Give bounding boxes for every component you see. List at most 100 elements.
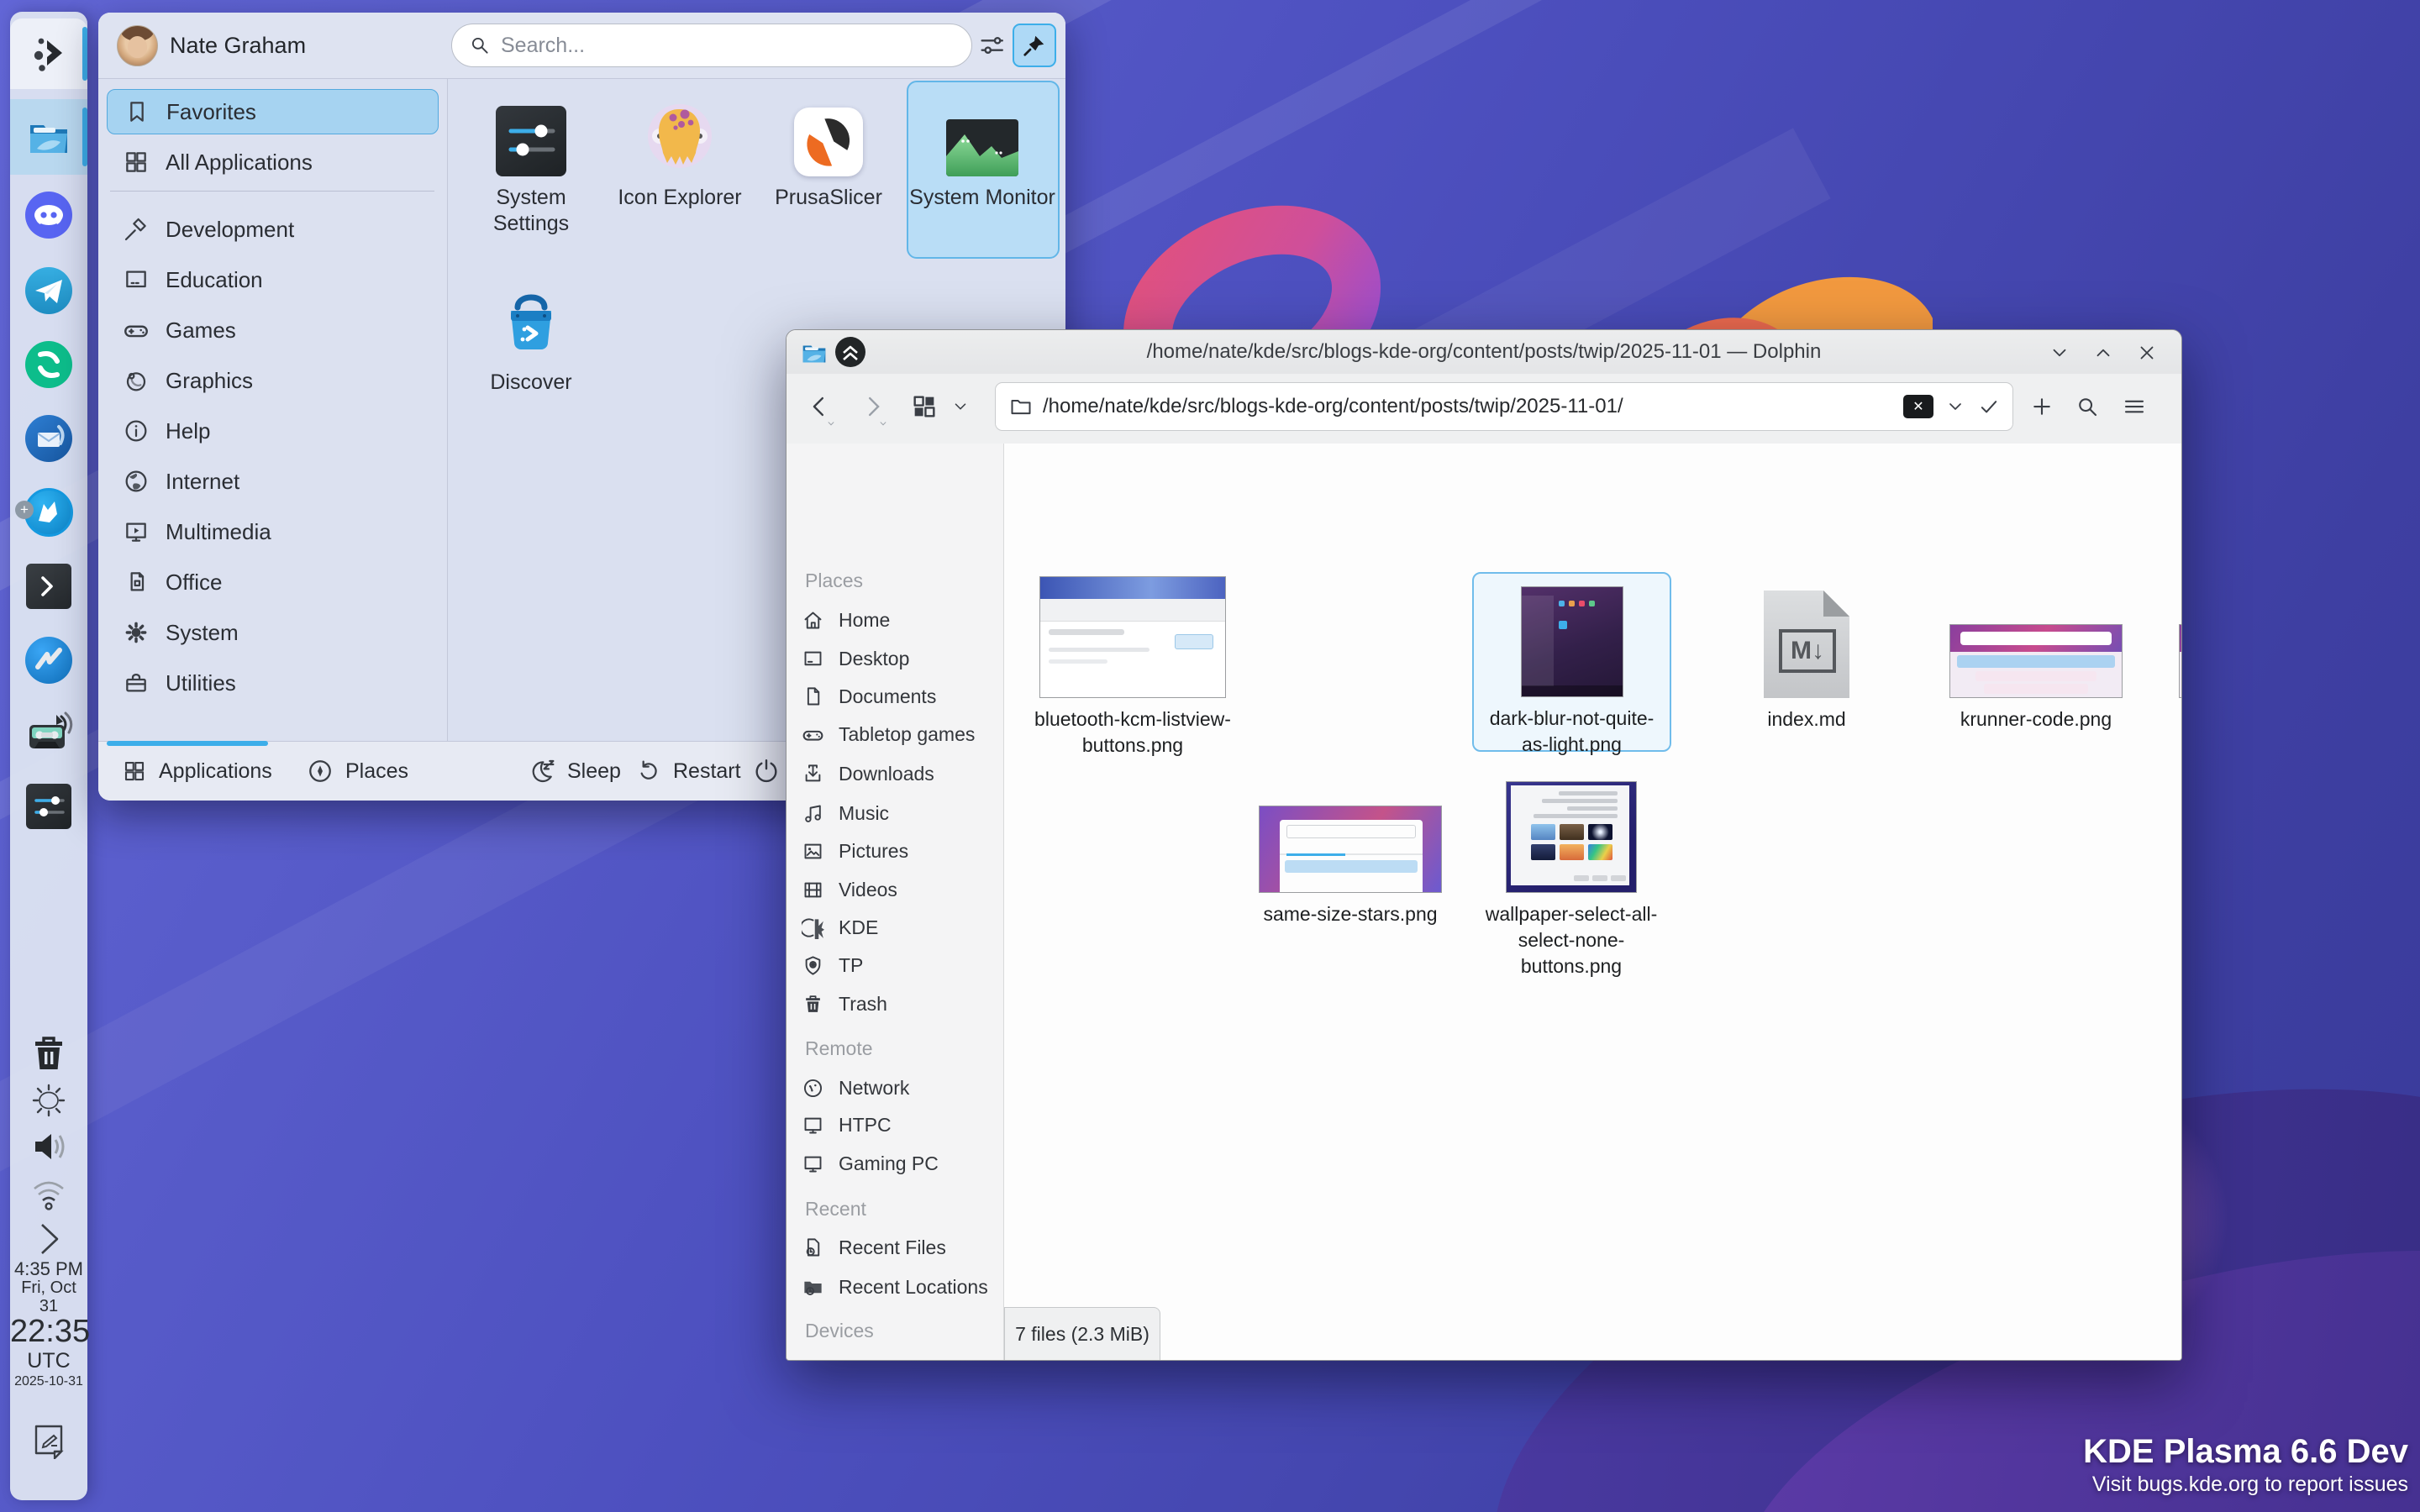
menu-button[interactable]	[2116, 374, 2153, 439]
markdown-file-icon: M↓	[1764, 591, 1849, 698]
restart-button[interactable]: Restart	[634, 742, 741, 801]
favorite-system-monitor[interactable]: System Monitor	[908, 89, 1056, 211]
kasts-task-button[interactable]	[10, 697, 87, 768]
configure-button[interactable]	[972, 26, 1011, 65]
trash-applet[interactable]	[10, 1028, 87, 1077]
tab-applications[interactable]: Applications	[122, 742, 272, 801]
place-network[interactable]: Network	[786, 1068, 1004, 1107]
file-thumbnail	[1520, 586, 1623, 697]
tab-places[interactable]: Places	[307, 742, 408, 801]
file-view[interactable]: bluetooth-kcm-listview-buttons.png dark-…	[1004, 444, 2181, 1360]
search-input[interactable]: Search...	[451, 24, 972, 67]
file-dark-blur[interactable]: dark-blur-not-quite-as-light.png	[1472, 572, 1671, 755]
view-mode-button[interactable]	[904, 374, 944, 439]
forward-icon	[868, 396, 880, 417]
chevron-down-icon[interactable]	[1945, 396, 1965, 417]
split-view-button[interactable]	[2023, 374, 2060, 439]
brightness-applet[interactable]	[10, 1075, 87, 1124]
falkon-icon	[25, 637, 72, 684]
close-button[interactable]	[2133, 339, 2161, 367]
media-icon	[126, 522, 146, 542]
sidebar-item-utilities[interactable]: Utilities	[107, 660, 439, 706]
shutdown-button[interactable]	[752, 742, 781, 801]
sidebar-item-games[interactable]: Games	[107, 307, 439, 353]
note-widget[interactable]	[10, 1415, 87, 1465]
info-icon	[125, 420, 147, 442]
file-wallpaper-buttons[interactable]: wallpaper-select-all-select-none-buttons…	[1466, 780, 1676, 979]
place-tabletop-games[interactable]: Tabletop games	[786, 715, 1004, 753]
ball-icon	[126, 372, 146, 391]
clock-local-date[interactable]: Fri, Oct	[10, 1278, 87, 1298]
forward-button[interactable]	[852, 374, 892, 439]
favorite-discover[interactable]: Discover	[457, 274, 605, 396]
falkon-task-button[interactable]	[10, 625, 87, 696]
sidebar-item-education[interactable]: Education	[107, 257, 439, 302]
place-home[interactable]: Home	[786, 601, 1004, 639]
sidebar-item-development[interactable]: Development	[107, 207, 439, 252]
back-button[interactable]	[800, 374, 840, 439]
konsole-icon	[26, 564, 71, 609]
sidebar-item-help[interactable]: Help	[107, 408, 439, 454]
place-kde[interactable]: KDE	[786, 908, 1004, 947]
librewolf-task-button[interactable]: +	[10, 477, 87, 548]
place-pictures[interactable]: Pictures	[786, 832, 1004, 870]
pin-button[interactable]	[1013, 24, 1056, 67]
place-galaxy-s10e[interactable]: Galaxy S10e	[786, 1350, 1004, 1360]
favorite-system-settings[interactable]: System Settings	[457, 89, 605, 237]
maximize-icon	[2096, 349, 2110, 357]
thunderbird-task-button[interactable]	[10, 403, 87, 474]
discord-task-button[interactable]	[10, 180, 87, 250]
titlebar[interactable]: /home/nate/kde/src/blogs-kde-org/content…	[786, 330, 2181, 375]
sidebar-item-internet[interactable]: Internet	[107, 459, 439, 504]
volume-applet[interactable]	[10, 1122, 87, 1171]
sidebar-item-office[interactable]: Office	[107, 559, 439, 605]
kickoff-launcher-button[interactable]	[10, 18, 87, 89]
file-krunner-code[interactable]: krunner-code.png	[1931, 572, 2141, 732]
location-path[interactable]: /home/nate/kde/src/blogs-kde-org/content…	[1043, 395, 1623, 418]
clock-utc-time[interactable]: 22:35	[10, 1314, 90, 1350]
sidebar-item-multimedia[interactable]: Multimedia	[107, 509, 439, 554]
clock-local-time[interactable]: 4:35 PM	[10, 1258, 87, 1280]
place-recent-locations[interactable]: Recent Locations	[786, 1268, 1004, 1306]
clock-utc-date[interactable]: 2025-10-31	[10, 1374, 87, 1389]
search-icon	[471, 37, 488, 54]
section-header-places: Places	[805, 570, 864, 591]
file-bluetooth-kcm[interactable]: bluetooth-kcm-listview-buttons.png	[1028, 572, 1238, 759]
place-trash[interactable]: Trash	[786, 984, 1004, 1023]
file-index-md[interactable]: M↓ index.md	[1702, 572, 1912, 732]
view-mode-dropdown[interactable]	[946, 374, 975, 439]
place-videos[interactable]: Videos	[786, 870, 1004, 909]
maximize-button[interactable]	[2089, 339, 2118, 367]
accept-icon[interactable]	[1977, 395, 2001, 418]
place-desktop[interactable]: Desktop	[786, 639, 1004, 678]
place-downloads[interactable]: Downloads	[786, 754, 1004, 793]
search-button[interactable]	[2069, 374, 2106, 439]
network-applet[interactable]	[10, 1169, 87, 1218]
file-same-size-stars[interactable]: same-size-stars.png	[1245, 780, 1455, 927]
system-settings-task-button[interactable]	[10, 771, 87, 842]
place-tp[interactable]: TP	[786, 946, 1004, 984]
location-bar[interactable]: /home/nate/kde/src/blogs-kde-org/content…	[995, 382, 2013, 431]
clear-text-icon[interactable]: ✕	[1903, 395, 1933, 418]
telegram-task-button[interactable]	[10, 255, 87, 326]
place-documents[interactable]: Documents	[786, 677, 1004, 716]
sidebar-item-all-applications[interactable]: All Applications	[107, 139, 439, 185]
minimize-button[interactable]	[2045, 339, 2074, 367]
konsole-task-button[interactable]	[10, 551, 87, 622]
sleep-button[interactable]: Sleep	[529, 742, 621, 801]
place-music[interactable]: Music	[786, 794, 1004, 832]
sidebar-item-favorites[interactable]: Favorites	[107, 89, 439, 134]
file-krunner-gimp[interactable]: krunner-gimp.png	[2160, 572, 2181, 732]
place-recent-files[interactable]: Recent Files	[786, 1228, 1004, 1267]
avatar[interactable]	[117, 25, 158, 66]
gamepad-icon	[124, 325, 148, 338]
place-gaming-pc[interactable]: Gaming PC	[786, 1144, 1004, 1183]
element-task-button[interactable]	[10, 329, 87, 400]
favorite-icon-explorer[interactable]: Icon Explorer	[606, 89, 754, 211]
clock-utc-label[interactable]: UTC	[10, 1349, 87, 1373]
place-htpc[interactable]: HTPC	[786, 1105, 1004, 1144]
sidebar-item-system[interactable]: System	[107, 610, 439, 655]
dolphin-task-button[interactable]	[10, 99, 87, 175]
favorite-prusaslicer[interactable]: PrusaSlicer	[755, 89, 902, 211]
sidebar-item-graphics[interactable]: Graphics	[107, 358, 439, 403]
